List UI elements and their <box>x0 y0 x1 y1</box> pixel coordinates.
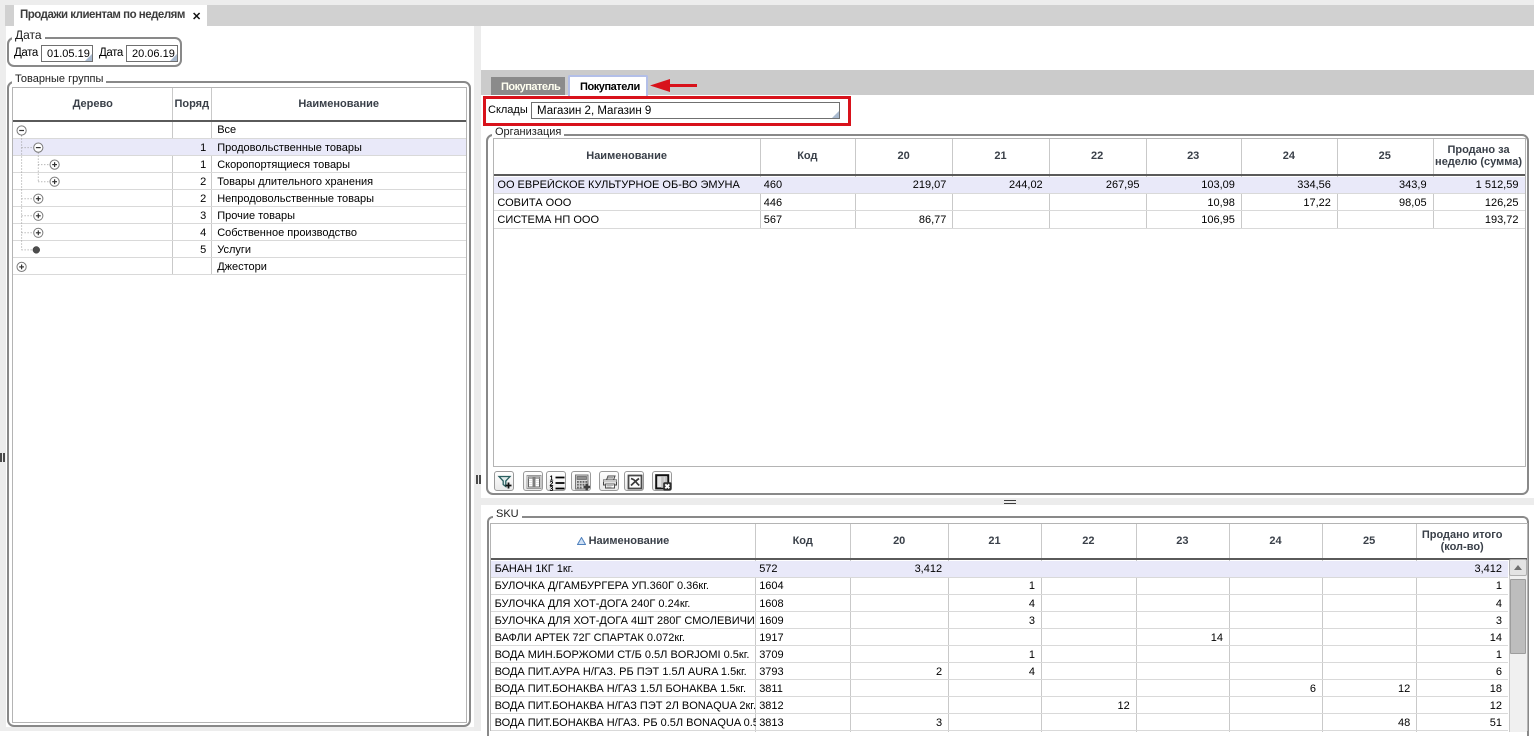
svg-text:3: 3 <box>550 486 554 491</box>
